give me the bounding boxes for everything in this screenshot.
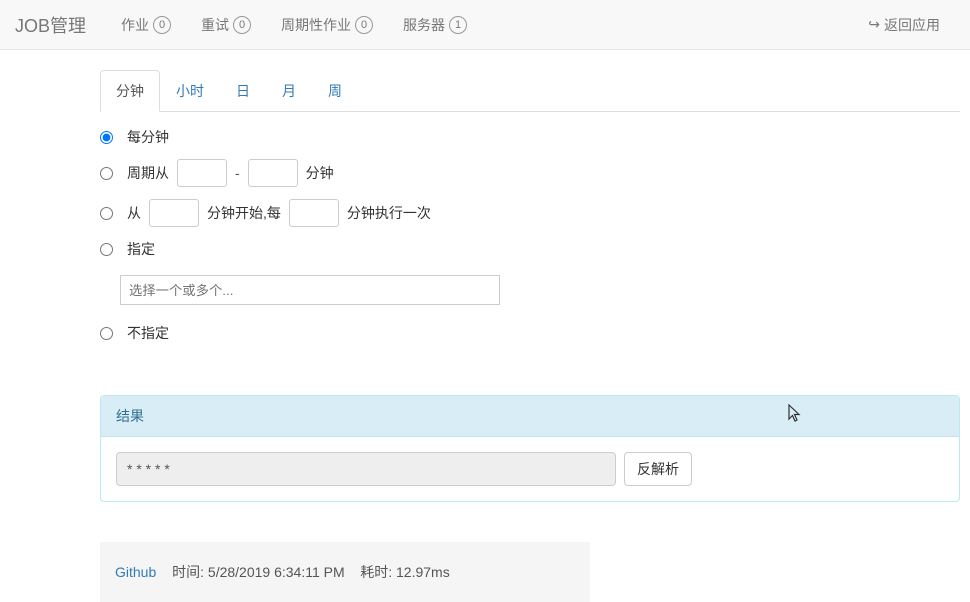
main-container: 分钟 小时 日 月 周 每分钟 周期从 - 分钟 从 分钟开始,每 分钟执行一次 [0, 50, 960, 502]
tab-content-minute: 每分钟 周期从 - 分钟 从 分钟开始,每 分钟执行一次 指定 不指定 [100, 112, 960, 370]
tab-hour[interactable]: 小时 [160, 70, 220, 112]
footer: Github 时间: 5/28/2019 6:34:11 PM 耗时: 12.9… [100, 542, 590, 602]
result-heading: 结果 [101, 396, 959, 437]
navbar: JOB管理 作业 0 重试 0 周期性作业 0 服务器 1 ↪ 返回应用 [0, 0, 970, 50]
radio-cycle[interactable] [100, 167, 113, 180]
label-from-suffix: 分钟执行一次 [347, 203, 431, 223]
back-to-app-link[interactable]: ↪ 返回应用 [853, 0, 955, 50]
back-label: 返回应用 [884, 15, 940, 35]
specify-multi-input[interactable] [120, 275, 500, 305]
nav-count-badge: 1 [449, 16, 467, 34]
back-icon: ↪ [868, 16, 880, 33]
nav-label: 服务器 [403, 15, 445, 35]
option-every-row: 每分钟 [100, 127, 960, 147]
cost-label: 耗时: [360, 564, 392, 580]
nav-retries[interactable]: 重试 0 [186, 0, 266, 50]
option-unspecify-row: 不指定 [100, 323, 960, 343]
time-value: 5/28/2019 6:34:11 PM [208, 564, 345, 580]
from-start-input[interactable] [149, 199, 199, 227]
nav-count-badge: 0 [355, 16, 373, 34]
cycle-to-input[interactable] [248, 159, 298, 187]
label-every-minute: 每分钟 [127, 127, 169, 147]
reverse-parse-button[interactable]: 反解析 [624, 452, 692, 486]
cron-tabs: 分钟 小时 日 月 周 [100, 70, 960, 112]
option-cycle-row: 周期从 - 分钟 [100, 159, 960, 187]
nav-count-badge: 0 [233, 16, 251, 34]
time-label: 时间: [172, 564, 204, 580]
label-specify: 指定 [127, 239, 155, 259]
radio-specify[interactable] [100, 243, 113, 256]
option-specify-row: 指定 [100, 239, 960, 259]
radio-unspecify[interactable] [100, 327, 113, 340]
github-link[interactable]: Github [115, 564, 156, 580]
label-cycle-prefix: 周期从 [127, 163, 169, 183]
nav-jobs[interactable]: 作业 0 [106, 0, 186, 50]
result-body: 反解析 [101, 437, 959, 501]
tab-day[interactable]: 日 [220, 70, 266, 112]
radio-from[interactable] [100, 207, 113, 220]
label-unspecify: 不指定 [127, 323, 169, 343]
nav-label: 重试 [201, 15, 229, 35]
result-panel: 结果 反解析 [100, 395, 960, 502]
multi-select-wrap [100, 271, 960, 305]
brand-title: JOB管理 [15, 12, 86, 38]
tab-minute[interactable]: 分钟 [100, 70, 160, 112]
radio-every-minute[interactable] [100, 131, 113, 144]
label-from-mid: 分钟开始,每 [207, 203, 281, 223]
label-cycle-dash: - [235, 165, 240, 181]
tab-month[interactable]: 月 [266, 70, 312, 112]
option-from-row: 从 分钟开始,每 分钟执行一次 [100, 199, 960, 227]
nav-items: 作业 0 重试 0 周期性作业 0 服务器 1 [106, 0, 853, 50]
label-from-prefix: 从 [127, 203, 141, 223]
cycle-from-input[interactable] [177, 159, 227, 187]
label-cycle-suffix: 分钟 [306, 163, 334, 183]
cost-value: 12.97ms [396, 564, 450, 580]
nav-recurring[interactable]: 周期性作业 0 [266, 0, 388, 50]
nav-servers[interactable]: 服务器 1 [388, 0, 482, 50]
from-step-input[interactable] [289, 199, 339, 227]
nav-label: 作业 [121, 15, 149, 35]
cron-expression-input[interactable] [116, 452, 616, 486]
tab-week[interactable]: 周 [312, 70, 358, 112]
nav-count-badge: 0 [153, 16, 171, 34]
nav-label: 周期性作业 [281, 15, 351, 35]
